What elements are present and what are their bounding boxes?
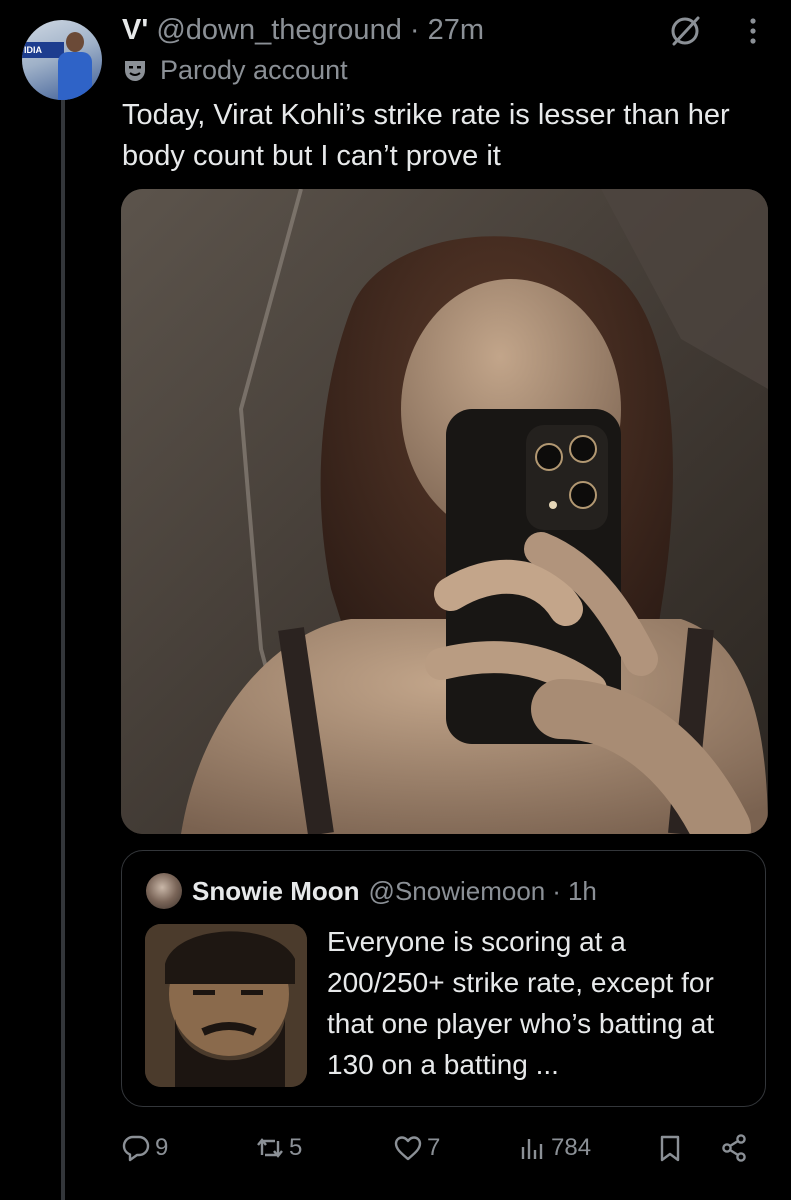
avatar-player-head	[66, 32, 84, 52]
repost-count: 5	[289, 1134, 303, 1161]
quoted-author-avatar[interactable]	[146, 873, 182, 909]
share-icon	[722, 1134, 746, 1162]
thread-line	[61, 100, 65, 1200]
quoted-thumbnail-photo	[145, 924, 307, 1087]
grok-icon[interactable]	[668, 14, 702, 48]
tweet-media-image[interactable]	[121, 189, 768, 834]
selfie-photo	[121, 189, 768, 834]
quoted-tweet-text: Everyone is scoring at a 200/250+ strike…	[327, 926, 715, 1080]
avatar-player-body	[58, 52, 92, 100]
views-count: 784	[551, 1134, 592, 1161]
tweet-timestamp[interactable]: 27m	[428, 14, 484, 46]
like-count: 7	[427, 1134, 441, 1161]
author-handle[interactable]: @down_theground	[156, 14, 402, 46]
tweet-header: V' @down_theground · 27m	[122, 10, 484, 50]
quoted-tweet-card[interactable]: Snowie Moon @Snowiemoon · 1h Everyone is…	[121, 850, 766, 1107]
views-button[interactable]: 784	[517, 1126, 591, 1170]
tweet-action-bar: 9 5 7 784	[121, 1126, 761, 1170]
author-avatar[interactable]: IDIA	[22, 20, 102, 100]
parody-mask-icon	[125, 61, 145, 81]
quoted-tweet-header: Snowie Moon @Snowiemoon · 1h	[146, 871, 597, 911]
parody-label: Parody account	[160, 55, 348, 85]
reply-icon	[122, 1135, 150, 1162]
reply-button[interactable]: 9	[121, 1126, 168, 1170]
repost-icon	[257, 1138, 283, 1158]
quoted-author-handle[interactable]: @Snowiemoon	[369, 876, 546, 907]
quoted-tweet-thumbnail[interactable]	[145, 924, 307, 1087]
views-chart-icon	[521, 1139, 543, 1159]
reply-count: 9	[155, 1134, 169, 1161]
avatar-banner-text: IDIA	[22, 42, 64, 58]
repost-button[interactable]: 5	[255, 1126, 302, 1170]
quoted-header-separator: ·	[552, 875, 561, 906]
more-vertical-icon[interactable]	[738, 14, 768, 48]
quoted-author-display-name[interactable]: Snowie Moon	[192, 876, 360, 907]
share-button[interactable]	[719, 1126, 753, 1170]
bookmark-button[interactable]	[655, 1126, 689, 1170]
bookmark-icon	[660, 1135, 680, 1162]
parody-label-row: Parody account	[122, 52, 348, 88]
author-display-name[interactable]: V'	[122, 14, 148, 46]
tweet-text: Today, Virat Kohli’s strike rate is less…	[122, 99, 730, 172]
like-button[interactable]: 7	[393, 1126, 440, 1170]
heart-icon	[394, 1136, 422, 1161]
quoted-tweet-timestamp[interactable]: 1h	[568, 876, 597, 907]
header-separator: ·	[409, 14, 420, 46]
